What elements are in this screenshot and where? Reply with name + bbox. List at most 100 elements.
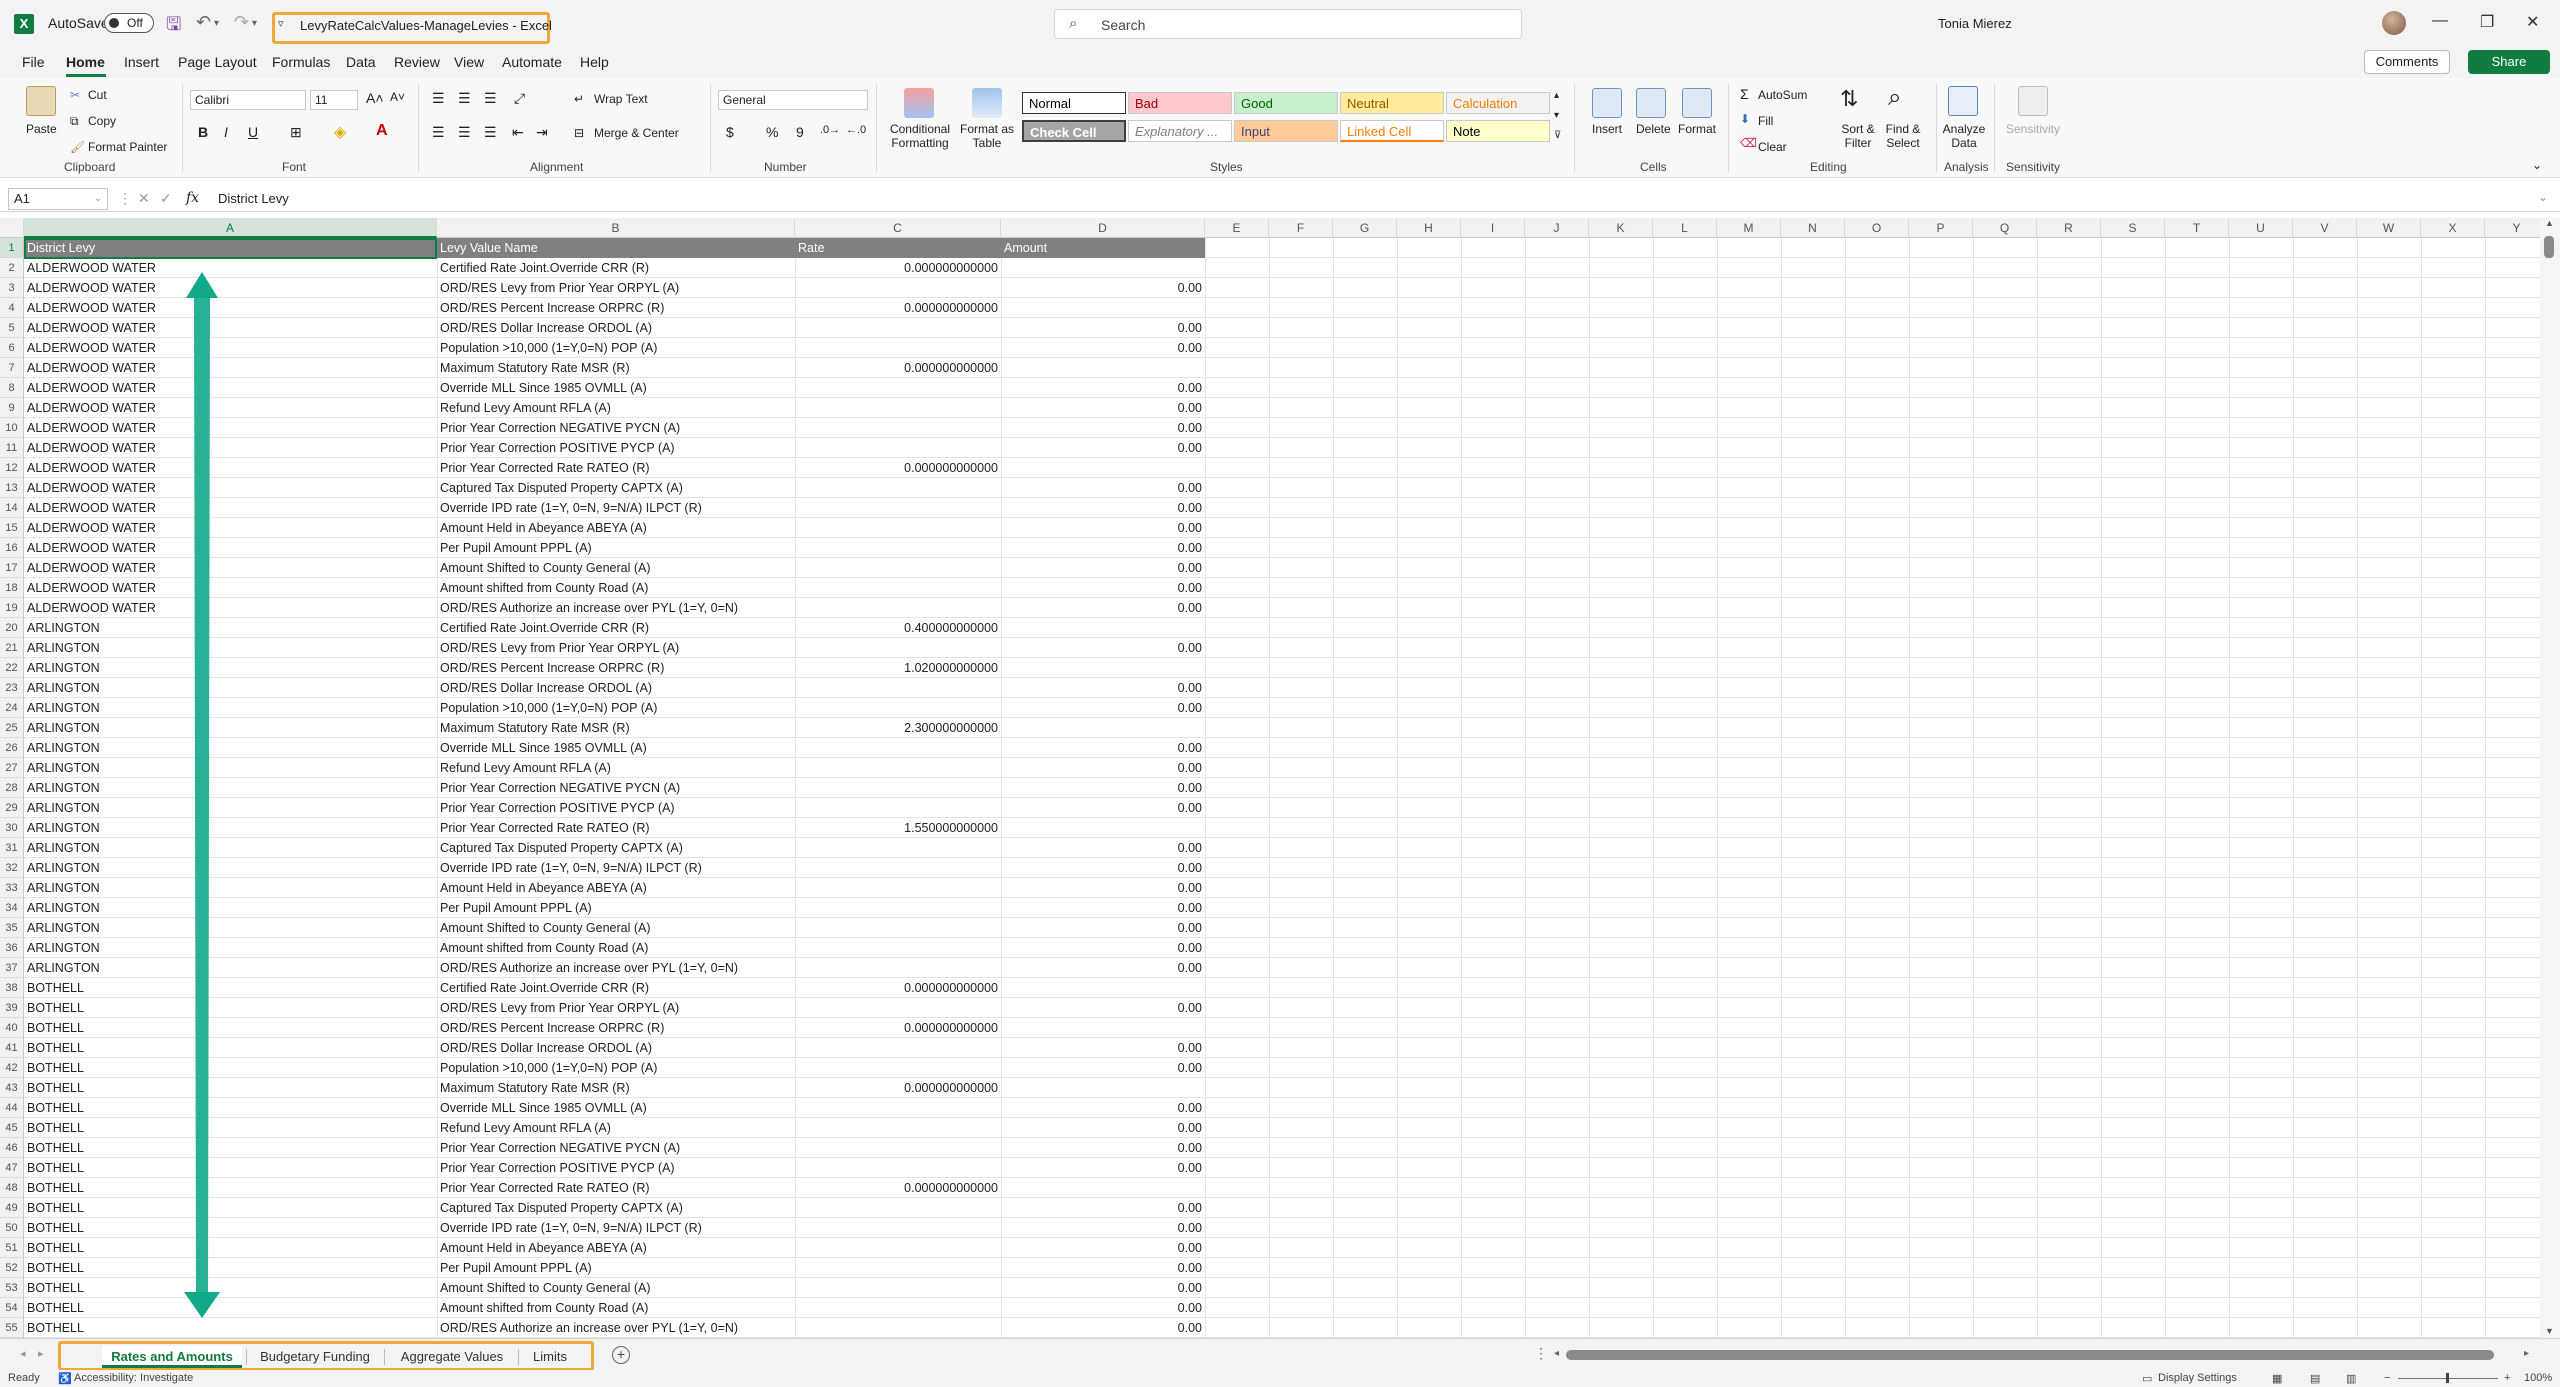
avatar[interactable] xyxy=(2382,11,2406,35)
rate-cell[interactable] xyxy=(795,1198,1001,1218)
district-levy-cell[interactable]: BOTHELL xyxy=(24,1158,437,1178)
row-header-18[interactable]: 18 xyxy=(0,578,24,598)
amount-cell[interactable]: 0.00 xyxy=(1001,898,1205,918)
levy-value-name-cell[interactable]: Population >10,000 (1=Y,0=N) POP (A) xyxy=(437,698,795,718)
district-levy-cell[interactable]: ALDERWOOD WATER xyxy=(24,558,437,578)
accessibility-status[interactable]: Accessibility: Investigate xyxy=(74,1372,193,1384)
row-header-14[interactable]: 14 xyxy=(0,498,24,518)
format-as-table-icon[interactable] xyxy=(972,88,1002,118)
levy-value-name-cell[interactable]: Maximum Statutory Rate MSR (R) xyxy=(437,718,795,738)
row-header-27[interactable]: 27 xyxy=(0,758,24,778)
row-header-15[interactable]: 15 xyxy=(0,518,24,538)
rate-cell[interactable] xyxy=(795,558,1001,578)
row-header-44[interactable]: 44 xyxy=(0,1098,24,1118)
amount-cell[interactable]: 0.00 xyxy=(1001,1238,1205,1258)
minimize-icon[interactable]: — xyxy=(2432,12,2448,30)
row-header-33[interactable]: 33 xyxy=(0,878,24,898)
district-levy-cell[interactable]: ARLINGTON xyxy=(24,638,437,658)
rate-cell[interactable] xyxy=(795,1038,1001,1058)
rate-cell[interactable] xyxy=(795,858,1001,878)
rate-cell[interactable] xyxy=(795,638,1001,658)
fill-button[interactable]: Fill xyxy=(1758,114,1773,128)
column-header-d[interactable]: D xyxy=(1001,218,1205,238)
font-name-dropdown[interactable]: Calibri xyxy=(190,90,306,110)
district-levy-cell[interactable]: BOTHELL xyxy=(24,1178,437,1198)
style-note[interactable]: Note xyxy=(1446,120,1550,142)
row-header-19[interactable]: 19 xyxy=(0,598,24,618)
row-header-54[interactable]: 54 xyxy=(0,1298,24,1318)
levy-value-name-cell[interactable]: ORD/RES Percent Increase ORPRC (R) xyxy=(437,1018,795,1038)
column-header-w[interactable]: W xyxy=(2357,218,2421,238)
district-levy-cell[interactable]: BOTHELL xyxy=(24,1258,437,1278)
cut-icon[interactable]: ✂ xyxy=(70,88,80,102)
rate-cell[interactable]: 0.000000000000 xyxy=(795,1018,1001,1038)
tab-review[interactable]: Review xyxy=(394,54,440,70)
district-levy-cell[interactable]: ARLINGTON xyxy=(24,798,437,818)
rate-cell[interactable] xyxy=(795,338,1001,358)
scroll-down-icon[interactable]: ▼ xyxy=(2545,1326,2554,1336)
page-layout-view-icon[interactable]: ▤ xyxy=(2310,1372,2320,1385)
district-levy-cell[interactable]: ALDERWOOD WATER xyxy=(24,438,437,458)
row-header-13[interactable]: 13 xyxy=(0,478,24,498)
rate-cell[interactable]: 0.400000000000 xyxy=(795,618,1001,638)
zoom-level[interactable]: 100% xyxy=(2524,1372,2552,1384)
levy-value-name-cell[interactable]: Amount Shifted to County General (A) xyxy=(437,558,795,578)
district-levy-cell[interactable]: BOTHELL xyxy=(24,1078,437,1098)
style-normal[interactable]: Normal xyxy=(1022,92,1126,114)
decrease-decimal-icon[interactable]: ←.0 xyxy=(846,124,866,136)
tab-file[interactable]: File xyxy=(22,54,45,70)
levy-value-name-cell[interactable]: Per Pupil Amount PPPL (A) xyxy=(437,1258,795,1278)
row-header-4[interactable]: 4 xyxy=(0,298,24,318)
cut-button[interactable]: Cut xyxy=(88,88,107,102)
analyze-data-button[interactable]: Analyze Data xyxy=(1942,122,1986,150)
district-levy-cell[interactable]: ALDERWOOD WATER xyxy=(24,538,437,558)
rate-cell[interactable] xyxy=(795,1218,1001,1238)
district-levy-cell[interactable]: ARLINGTON xyxy=(24,938,437,958)
amount-cell[interactable]: 0.00 xyxy=(1001,1058,1205,1078)
column-header-p[interactable]: P xyxy=(1909,218,1973,238)
rate-cell[interactable] xyxy=(795,778,1001,798)
sort-filter-button[interactable]: Sort & Filter xyxy=(1838,122,1878,150)
district-levy-cell[interactable]: ARLINGTON xyxy=(24,758,437,778)
scroll-up-icon[interactable]: ▲ xyxy=(2545,218,2554,228)
row-header-40[interactable]: 40 xyxy=(0,1018,24,1038)
levy-value-name-cell[interactable]: Amount shifted from County Road (A) xyxy=(437,938,795,958)
format-cells-icon[interactable] xyxy=(1682,88,1712,118)
sensitivity-button[interactable]: Sensitivity xyxy=(2006,122,2060,136)
district-levy-cell[interactable]: BOTHELL xyxy=(24,978,437,998)
rate-cell[interactable] xyxy=(795,1238,1001,1258)
row-header-5[interactable]: 5 xyxy=(0,318,24,338)
redo-dropdown-icon[interactable]: ▾ xyxy=(252,18,257,29)
levy-value-name-cell[interactable]: Prior Year Correction POSITIVE PYCP (A) xyxy=(437,798,795,818)
row-header-6[interactable]: 6 xyxy=(0,338,24,358)
style-linked-cell[interactable]: Linked Cell xyxy=(1340,120,1444,142)
amount-cell[interactable] xyxy=(1001,458,1205,478)
amount-cell[interactable] xyxy=(1001,258,1205,278)
amount-cell[interactable] xyxy=(1001,818,1205,838)
style-explanatory[interactable]: Explanatory ... xyxy=(1128,120,1232,142)
row-header-43[interactable]: 43 xyxy=(0,1078,24,1098)
row-header-8[interactable]: 8 xyxy=(0,378,24,398)
levy-value-name-cell[interactable]: ORD/RES Dollar Increase ORDOL (A) xyxy=(437,318,795,338)
add-sheet-button[interactable]: + xyxy=(612,1346,630,1364)
amount-cell[interactable]: 0.00 xyxy=(1001,598,1205,618)
rate-cell[interactable] xyxy=(795,438,1001,458)
amount-cell[interactable]: 0.00 xyxy=(1001,578,1205,598)
vertical-scrollbar[interactable]: ▲ ▼ xyxy=(2540,218,2560,1338)
amount-cell[interactable]: 0.00 xyxy=(1001,1278,1205,1298)
row-header-22[interactable]: 22 xyxy=(0,658,24,678)
row-header-45[interactable]: 45 xyxy=(0,1118,24,1138)
levy-value-name-cell[interactable]: Amount Held in Abeyance ABEYA (A) xyxy=(437,518,795,538)
percent-button[interactable]: % xyxy=(766,124,778,140)
amount-cell[interactable]: 0.00 xyxy=(1001,958,1205,978)
tab-insert[interactable]: Insert xyxy=(124,54,159,70)
levy-value-name-cell[interactable]: Prior Year Correction NEGATIVE PYCN (A) xyxy=(437,1138,795,1158)
district-levy-cell[interactable]: BOTHELL xyxy=(24,1138,437,1158)
row-header-42[interactable]: 42 xyxy=(0,1058,24,1078)
amount-cell[interactable] xyxy=(1001,618,1205,638)
row-header-39[interactable]: 39 xyxy=(0,998,24,1018)
levy-value-name-cell[interactable]: Prior Year Corrected Rate RATEO (R) xyxy=(437,818,795,838)
paste-icon[interactable] xyxy=(26,86,56,116)
decrease-indent-icon[interactable]: ⇤ xyxy=(512,124,524,141)
cancel-icon[interactable]: ✕ xyxy=(138,190,150,207)
